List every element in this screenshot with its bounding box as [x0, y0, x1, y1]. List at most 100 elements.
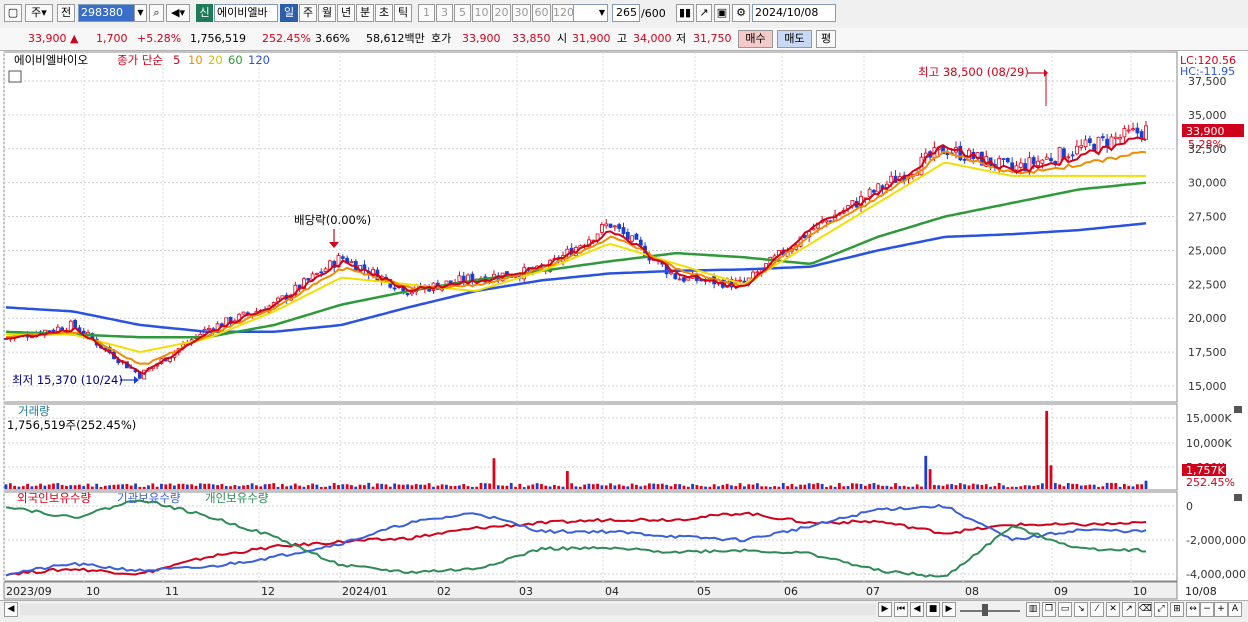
candle-body [1075, 145, 1079, 155]
candle-body [306, 278, 311, 281]
draw-icon[interactable]: ↗ [696, 4, 712, 22]
volume-bar [1032, 485, 1036, 489]
buy-button[interactable]: 매수 [738, 30, 773, 48]
scroll-left-icon[interactable]: ◀ [4, 602, 18, 617]
date-input[interactable]: 2024/10/08 [752, 4, 836, 22]
price-value: 33,900 [28, 32, 67, 45]
holdings-tick: -2,000,000 [1186, 534, 1246, 547]
calculator-icon[interactable] [8, 70, 22, 83]
legend-individual: 개인보유수량 [205, 491, 269, 505]
volume-bar [263, 484, 267, 489]
volume-bar [928, 469, 932, 489]
interval-60[interactable]: 60 [532, 4, 551, 22]
drawing-tool-icon[interactable]: ↘ [1074, 602, 1088, 617]
save-icon[interactable]: ▣ [714, 4, 730, 22]
volume-bar [311, 483, 314, 489]
lock-icon[interactable]: ⊞ [1170, 602, 1184, 617]
interval-120[interactable]: 120 [552, 4, 574, 22]
zoom-in-icon[interactable]: + [1214, 602, 1228, 617]
candle-body [677, 278, 682, 281]
volume-bar [237, 486, 241, 489]
stop-icon[interactable]: ■ [926, 602, 940, 617]
volume-bar [39, 483, 42, 489]
volume-bar [99, 486, 103, 489]
zoom-slider[interactable] [960, 610, 1020, 612]
candle-body [682, 277, 686, 282]
eraser-icon[interactable]: ⌫ [1138, 602, 1152, 617]
volume-bar [790, 483, 794, 489]
arrows-icon[interactable]: ↔ [1186, 602, 1200, 617]
volume-bar [954, 485, 958, 489]
scroll-right-icon[interactable]: ▶ [878, 602, 892, 617]
play-icon[interactable]: ▶ [942, 602, 956, 617]
volume-bar [30, 486, 34, 489]
font-size-icon[interactable]: A [1228, 602, 1242, 617]
play-back-icon[interactable]: ◀ [910, 602, 924, 617]
stock-name-field[interactable]: 에이비엘바 [214, 4, 278, 22]
timeframe-6[interactable]: 틱 [394, 4, 412, 22]
volume-bar [669, 486, 673, 489]
volume-bar [691, 483, 694, 489]
speaker-icon[interactable]: ◀▾ [166, 4, 190, 22]
volume-bar [371, 486, 375, 489]
line-tool-icon[interactable]: ⁄ [1090, 602, 1104, 617]
volume-bar [838, 483, 841, 489]
search-icon[interactable]: ⌕ [149, 4, 164, 22]
volume-bar [773, 486, 777, 489]
dropdown-arrow-icon[interactable]: ▼ [134, 4, 147, 22]
count-input[interactable]: 265 [612, 4, 640, 22]
date-label: 2023/09 [6, 585, 52, 598]
indicator-icon[interactable]: ▮▮ [676, 4, 694, 22]
candle-body [51, 329, 56, 332]
volume-bar [863, 485, 867, 489]
fit-icon[interactable]: ⤢ [1154, 602, 1168, 617]
last-price-tag: 33,900 [1186, 125, 1225, 138]
window-icon[interactable]: ▭ [1058, 602, 1072, 617]
volume-bar [116, 484, 120, 489]
holdings-tick: 0 [1186, 500, 1193, 513]
period-type-select[interactable]: 주▾ [25, 4, 53, 22]
timeframe-1[interactable]: 주 [299, 4, 317, 22]
volume-bar [185, 484, 189, 489]
rewind-icon[interactable]: ⏮ [894, 602, 908, 617]
volume-bar [26, 483, 29, 489]
interval-20[interactable]: 20 [492, 4, 511, 22]
interval-1[interactable]: 1 [418, 4, 435, 22]
interval-5[interactable]: 5 [454, 4, 471, 22]
stock-code-input[interactable]: 298380 [78, 4, 136, 22]
average-button[interactable]: 평 [816, 30, 836, 48]
volume-bar [388, 486, 392, 489]
interval-10[interactable]: 10 [472, 4, 491, 22]
prev-button[interactable]: 전 [57, 4, 75, 22]
volume-bar [345, 484, 349, 489]
volume-bar [514, 486, 517, 489]
volume-bar [224, 485, 228, 489]
timeframe-4[interactable]: 분 [356, 4, 374, 22]
unit-select[interactable]: ▼ [570, 4, 608, 22]
interval-30[interactable]: 30 [512, 4, 531, 22]
low-value: 31,750 [693, 32, 732, 45]
interval-3[interactable]: 3 [436, 4, 453, 22]
zoom-slider-handle[interactable] [982, 604, 988, 616]
candle-body [340, 256, 345, 259]
volume-bar [134, 483, 137, 489]
gear-icon[interactable]: ⚙ [732, 4, 750, 22]
window-menu-icon[interactable]: ▢ [4, 4, 22, 22]
volume-bar [600, 485, 604, 489]
stock-chart[interactable]: 37,50035,00032,50030,00027,50025,00022,5… [0, 51, 1248, 601]
trend-tool-icon[interactable]: ↗ [1122, 602, 1136, 617]
scrollbar-track[interactable] [20, 604, 876, 615]
candle-body [315, 272, 319, 275]
copy-icon[interactable]: ❐ [1042, 602, 1056, 617]
sell-button[interactable]: 매도 [777, 30, 812, 48]
timeframe-0[interactable]: 일 [280, 4, 298, 22]
layout-icon[interactable]: ▥ [1026, 602, 1040, 617]
zoom-out-icon[interactable]: − [1200, 602, 1214, 617]
timeframe-2[interactable]: 월 [318, 4, 336, 22]
volume-bar [483, 483, 487, 489]
timeframe-5[interactable]: 초 [375, 4, 393, 22]
cross-tool-icon[interactable]: ✕ [1106, 602, 1120, 617]
candle-body [673, 273, 678, 280]
timeframe-3[interactable]: 년 [337, 4, 355, 22]
volume-bar [458, 485, 461, 489]
